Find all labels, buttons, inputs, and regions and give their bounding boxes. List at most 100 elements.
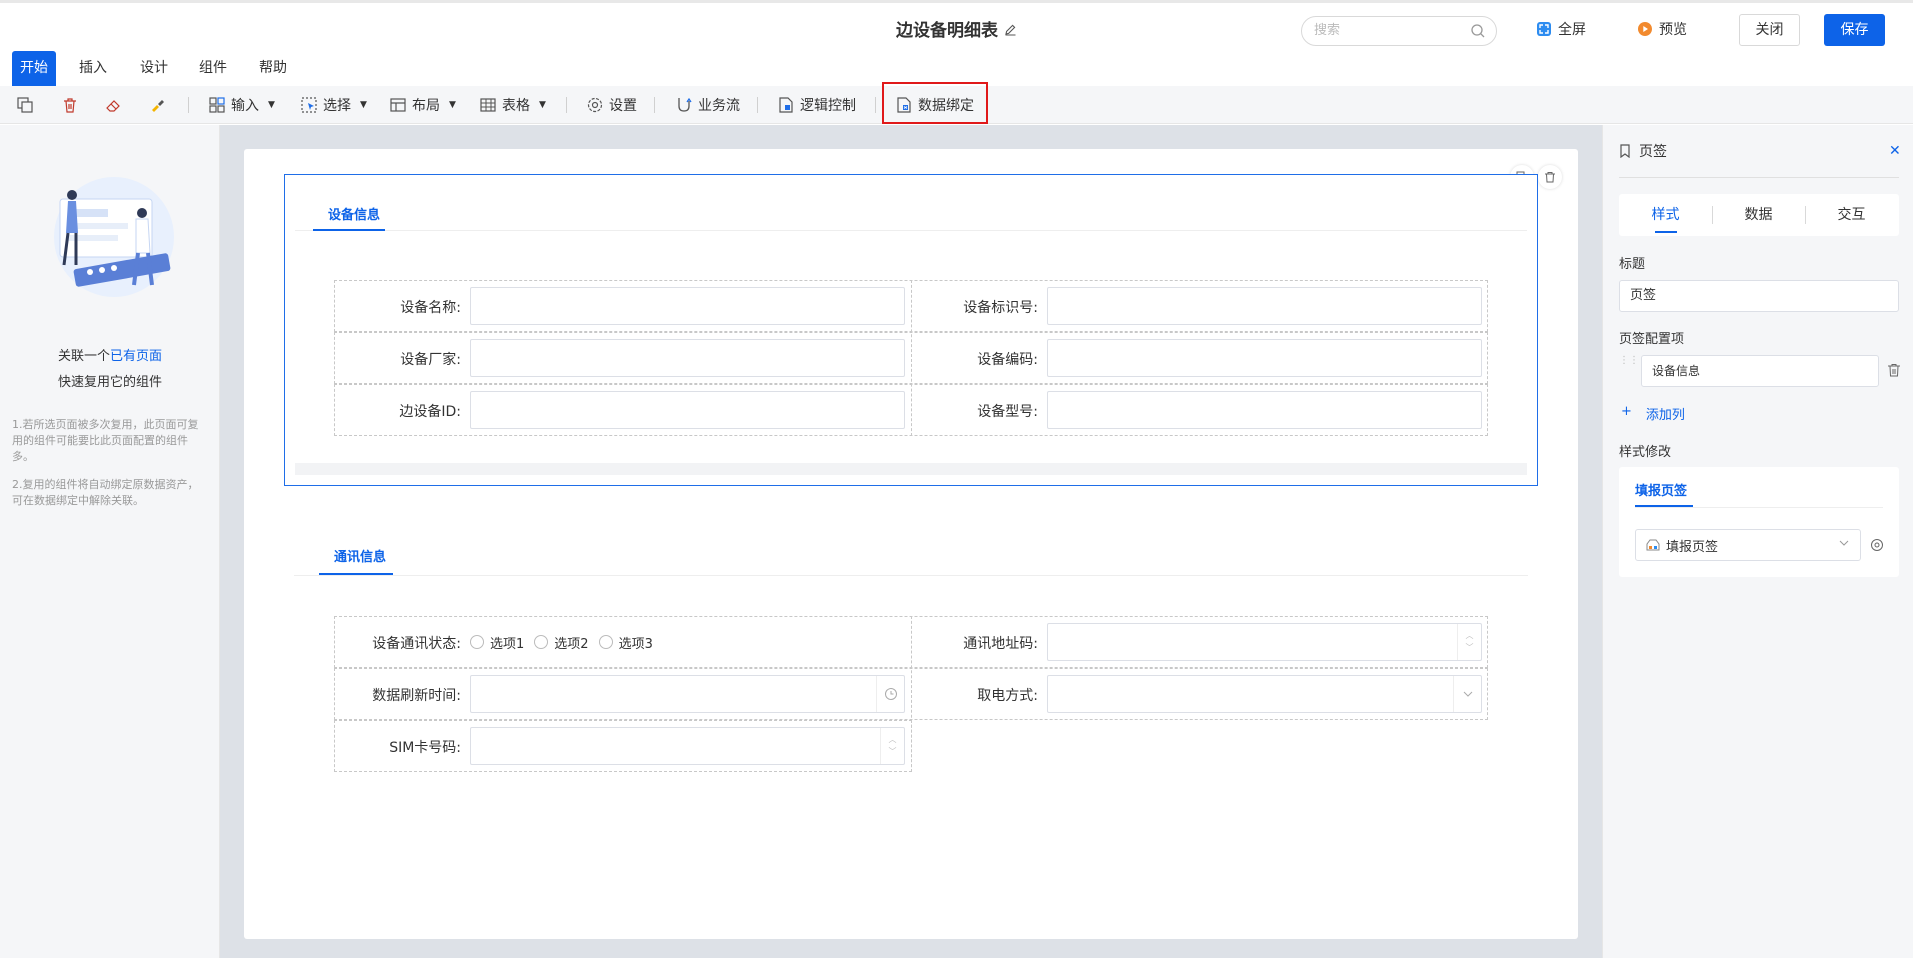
toolbar-divider [188, 97, 189, 113]
device-id-code-input[interactable] [1047, 287, 1482, 325]
plus-icon: + [1621, 404, 1632, 419]
title-input[interactable]: 页签 [1619, 280, 1899, 312]
tab-config-label: 页签配置项 [1619, 332, 1685, 347]
select-dropdown[interactable]: 选择 ▼ [300, 86, 367, 124]
stepper-up-icon[interactable]: ︿ [889, 734, 897, 746]
chevron-down-icon [1838, 537, 1850, 553]
left-panel: 关联一个已有页面 快速复用它的组件 1.若所选页面被多次复用，此页面可复用的组件… [0, 125, 220, 958]
input-icon [209, 97, 225, 113]
device-model-label: 设备型号: [977, 404, 1038, 420]
device-model-input[interactable] [1047, 391, 1482, 429]
chevron-down-icon[interactable] [1453, 676, 1481, 712]
format-brush-icon[interactable] [148, 95, 168, 115]
caret-down-icon: ▼ [268, 100, 275, 110]
logic-control-button[interactable]: 逻辑控制 [777, 86, 856, 124]
save-button[interactable]: 保存 [1824, 14, 1885, 46]
associate-page-text: 关联一个已有页面 [0, 345, 220, 364]
caret-down-icon: ▼ [539, 100, 546, 110]
document-title: 边设备明细表 [0, 16, 1913, 41]
power-mode-select[interactable] [1047, 675, 1482, 713]
drag-handle-icon[interactable]: ⋮⋮ [1619, 355, 1639, 369]
reuse-note-1: 1.若所选页面被多次复用，此页面可复用的组件可能要比此页面配置的组件多。 [12, 418, 199, 463]
manufacturer-input[interactable] [470, 339, 905, 377]
stepper-down-icon[interactable]: ﹀ [1466, 642, 1474, 654]
existing-page-link[interactable]: 已有页面 [110, 349, 162, 364]
right-properties-panel: 页签 ✕ 样式 数据 交互 标题 页签 页签配置项 ⋮⋮ 设备信息 + 添加列 样… [1602, 125, 1913, 958]
preview-label: 预览 [1659, 22, 1687, 38]
workflow-button[interactable]: 业务流 [675, 86, 740, 124]
add-column-button[interactable]: + 添加列 [1621, 404, 1685, 423]
clock-icon[interactable] [876, 676, 904, 712]
number-stepper[interactable]: ︿ ﹀ [1457, 624, 1481, 660]
add-column-label: 添加列 [1645, 408, 1685, 423]
device-name-input[interactable] [470, 287, 905, 325]
settings-button[interactable]: 设置 [586, 86, 637, 124]
tab-data[interactable]: 数据 [1712, 194, 1805, 236]
settings-gear-icon[interactable] [1870, 538, 1884, 556]
delete-icon[interactable] [60, 95, 80, 115]
tab-style[interactable]: 样式 [1619, 194, 1712, 236]
close-icon[interactable]: ✕ [1889, 143, 1901, 159]
edge-device-id-input[interactable] [470, 391, 905, 429]
tab-style-icon [1646, 539, 1660, 551]
eraser-icon[interactable] [104, 95, 124, 115]
menu-tab-component[interactable]: 组件 [191, 50, 235, 86]
menu-tab-help[interactable]: 帮助 [251, 50, 295, 86]
trash-icon[interactable] [1887, 363, 1901, 381]
stepper-down-icon[interactable]: ﹀ [889, 746, 897, 758]
menu-tab-insert[interactable]: 插入 [71, 50, 115, 86]
comm-status-label: 设备通讯状态: [372, 636, 461, 652]
panel-title: 页签 [1619, 141, 1667, 161]
tab-device-info[interactable]: 设备信息 [313, 204, 395, 223]
preview-button[interactable]: 预览 [1637, 19, 1687, 39]
top-header: 边设备明细表 搜索 全屏 预览 关闭 保存 [0, 0, 1913, 50]
refresh-time-input[interactable] [470, 675, 905, 713]
input-label: 输入 [231, 98, 259, 114]
menu-tab-design[interactable]: 设计 [132, 50, 176, 86]
tab-comm-info[interactable]: 通讯信息 [319, 546, 401, 565]
fullscreen-icon [1537, 22, 1551, 36]
toolbar-divider [875, 97, 876, 113]
menu-tab-start[interactable]: 开始 [12, 51, 56, 86]
search-input[interactable]: 搜索 [1301, 16, 1497, 46]
search-icon [1471, 24, 1485, 38]
style-select[interactable]: 填报页签 [1635, 529, 1861, 561]
trash-icon[interactable] [1538, 165, 1562, 189]
style-tab-fill[interactable]: 填报页签 [1635, 480, 1687, 499]
tab-interaction[interactable]: 交互 [1805, 194, 1898, 236]
number-stepper[interactable]: ︿ ﹀ [880, 728, 904, 764]
refresh-time-label: 数据刷新时间: [372, 688, 461, 704]
toolbar-divider [566, 97, 567, 113]
panel-title-text: 页签 [1639, 144, 1667, 160]
close-button[interactable]: 关闭 [1739, 14, 1800, 46]
fullscreen-label: 全屏 [1558, 22, 1586, 38]
layout-dropdown[interactable]: 布局 ▼ [389, 86, 456, 124]
select-label: 选择 [323, 98, 351, 114]
edit-title-icon[interactable] [1004, 23, 1017, 40]
tab-config-item-input[interactable]: 设备信息 [1641, 355, 1879, 387]
workflow-label: 业务流 [698, 98, 740, 114]
device-code-input[interactable] [1047, 339, 1482, 377]
caret-down-icon: ▼ [360, 100, 367, 110]
gear-icon [587, 97, 603, 113]
radio-option-1[interactable]: 选项1 [470, 633, 524, 652]
logic-icon [779, 97, 793, 113]
copy-icon[interactable] [15, 95, 35, 115]
workflow-icon [678, 97, 692, 112]
radio-option-3[interactable]: 选项3 [598, 633, 653, 652]
edge-device-id-label: 边设备ID: [399, 404, 461, 420]
radio-option-2[interactable]: 选项2 [534, 633, 589, 652]
fullscreen-button[interactable]: 全屏 [1536, 19, 1586, 39]
stepper-up-icon[interactable]: ︿ [1466, 630, 1474, 642]
settings-label: 设置 [609, 98, 637, 114]
sim-number-label: SIM卡号码: [389, 740, 461, 756]
sim-number-input[interactable]: ︿ ﹀ [470, 727, 905, 765]
table-dropdown[interactable]: 表格 ▼ [479, 86, 546, 124]
radio-circle [534, 635, 549, 649]
comm-address-number-input[interactable]: ︿ ﹀ [1047, 623, 1482, 661]
input-dropdown[interactable]: 输入 ▼ [208, 86, 275, 124]
radio-option-label: 选项3 [618, 636, 653, 652]
card-divider [1635, 507, 1883, 508]
caret-down-icon: ▼ [449, 100, 456, 110]
title-field-label: 标题 [1619, 257, 1646, 272]
